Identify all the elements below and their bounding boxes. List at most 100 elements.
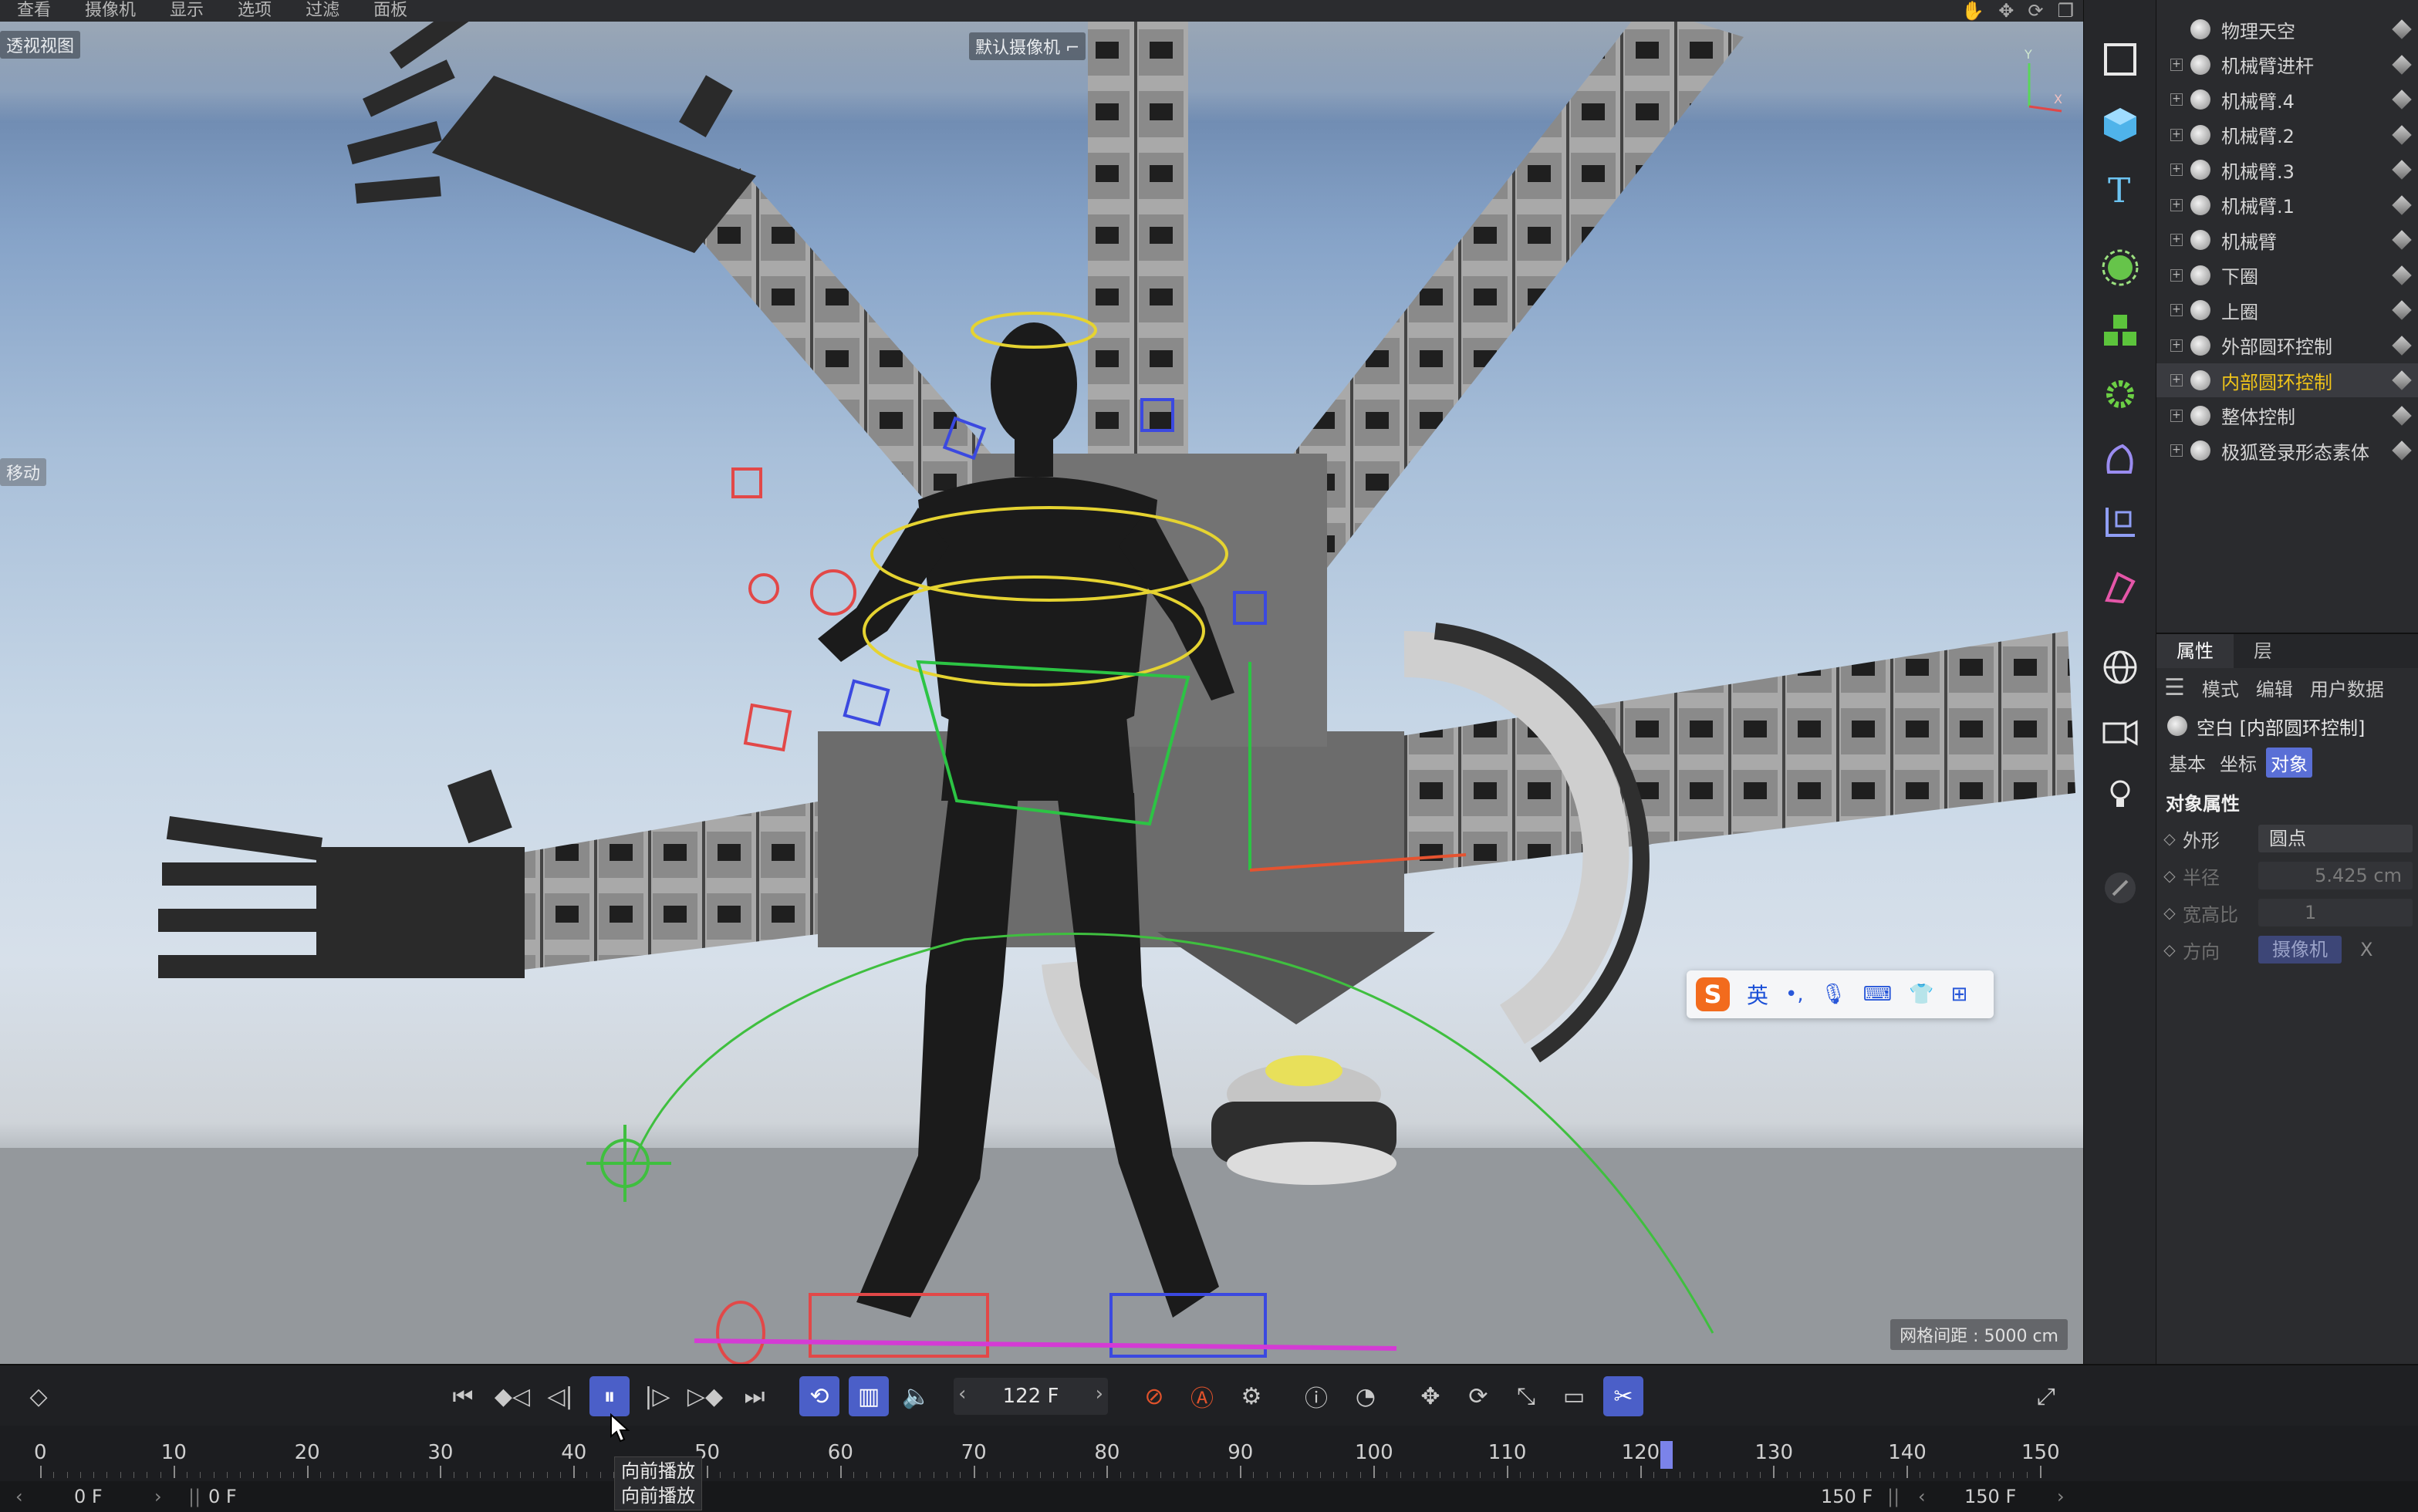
go-to-end-icon[interactable]: ⏭: [735, 1376, 775, 1416]
next-frame-icon[interactable]: |▷: [637, 1376, 677, 1416]
object-row[interactable]: + 机械臂进杆: [2156, 48, 2418, 82]
menu-edit[interactable]: 编辑: [2256, 674, 2293, 701]
radius-field[interactable]: 5.425 cm: [2258, 862, 2413, 889]
view-frame-icon[interactable]: [2096, 35, 2144, 83]
expand-toggle-icon[interactable]: +: [2170, 444, 2183, 457]
tab-layers[interactable]: 层: [2234, 634, 2292, 668]
globe-icon[interactable]: [2096, 643, 2144, 691]
preview-end-field[interactable]: 150 F: [1821, 1486, 1873, 1507]
aspect-field[interactable]: 1: [2258, 899, 2413, 926]
coordinate-icon[interactable]: [2096, 498, 2144, 546]
object-row[interactable]: + 上圈: [2156, 293, 2418, 327]
object-row[interactable]: + 机械臂.1: [2156, 188, 2418, 222]
object-name[interactable]: 机械臂.1: [2221, 191, 2295, 218]
layer-tag-icon[interactable]: [2392, 160, 2412, 180]
light-icon[interactable]: [2096, 770, 2144, 818]
menu-display[interactable]: 显示: [153, 0, 221, 22]
go-to-start-icon[interactable]: ⏮: [443, 1376, 483, 1416]
sogou-logo-icon[interactable]: S: [1696, 977, 1730, 1011]
speed-gauge-icon[interactable]: ◔: [1346, 1376, 1386, 1416]
frame-decrement-icon[interactable]: ‹: [958, 1382, 966, 1406]
object-name[interactable]: 机械臂: [2221, 227, 2277, 254]
object-name[interactable]: 整体控制: [2221, 402, 2295, 429]
object-row[interactable]: + 极狐登录形态素体: [2156, 434, 2418, 467]
layer-tag-icon[interactable]: [2392, 194, 2412, 215]
menu-view[interactable]: 查看: [0, 0, 68, 22]
expand-toggle-icon[interactable]: +: [2170, 374, 2183, 386]
timeline-expand-icon[interactable]: ⤢: [2026, 1376, 2066, 1416]
expand-toggle-icon[interactable]: +: [2170, 93, 2183, 106]
perspective-viewport[interactable]: 透视视图 默认摄像机 ⌐ 移动 Y X 网格间距 : 5000 cm S 英 •…: [0, 22, 2083, 1364]
ime-language-toggle[interactable]: 英: [1747, 979, 1768, 1010]
expand-toggle-icon[interactable]: +: [2170, 268, 2183, 282]
key-pla-icon[interactable]: ✂: [1603, 1376, 1643, 1416]
menu-filter[interactable]: 过滤: [289, 0, 356, 22]
pause-button-icon[interactable]: ⏸: [589, 1376, 630, 1416]
tab-attributes[interactable]: 属性: [2156, 634, 2234, 668]
range-left-arrow-icon[interactable]: ‹: [15, 1486, 23, 1507]
object-row[interactable]: + 机械臂: [2156, 223, 2418, 257]
expand-toggle-icon[interactable]: +: [2170, 58, 2183, 71]
grid-apps-icon[interactable]: ⊞: [1951, 983, 1968, 1006]
object-name[interactable]: 机械臂进杆: [2221, 51, 2314, 78]
object-name[interactable]: 物理天空: [2221, 16, 2295, 43]
autokey-timeline-icon[interactable]: ▥: [849, 1376, 889, 1416]
punctuation-icon[interactable]: •,: [1785, 983, 1804, 1006]
object-name[interactable]: 下圈: [2221, 262, 2258, 289]
next-key-icon[interactable]: ▷◆: [685, 1376, 725, 1416]
layer-tag-icon[interactable]: [2392, 265, 2412, 285]
spline-pen-icon[interactable]: [2096, 435, 2144, 483]
autokey-icon[interactable]: Ⓐ: [1182, 1376, 1222, 1416]
playhead[interactable]: [1660, 1441, 1673, 1469]
menu-burger-icon[interactable]: ☰: [2164, 674, 2185, 701]
expand-toggle-icon[interactable]: +: [2170, 198, 2183, 211]
current-frame-field[interactable]: ‹ 122 F ›: [954, 1378, 1108, 1415]
object-name[interactable]: 机械臂.2: [2221, 121, 2295, 148]
menu-panel[interactable]: 面板: [356, 0, 424, 22]
key-position-icon[interactable]: ✥: [1410, 1376, 1450, 1416]
keyframe-settings-gear-icon[interactable]: ⚙: [1231, 1376, 1271, 1416]
expand-toggle-icon[interactable]: +: [2170, 304, 2183, 316]
pan-hand-icon[interactable]: ✋: [1961, 0, 1984, 22]
object-row[interactable]: + 机械臂.2: [2156, 118, 2418, 152]
keyframe-diamond-icon[interactable]: ◇: [2156, 829, 2183, 848]
object-name[interactable]: 内部圆环控制: [2221, 367, 2332, 394]
expand-toggle-icon[interactable]: +: [2170, 339, 2183, 352]
range-right-arrow-icon[interactable]: ›: [2057, 1486, 2065, 1507]
shape-dropdown[interactable]: 圆点: [2258, 825, 2413, 852]
direction-camera-button[interactable]: 摄像机: [2258, 936, 2342, 964]
layer-tag-icon[interactable]: [2392, 124, 2412, 145]
object-name[interactable]: 机械臂.4: [2221, 86, 2295, 113]
direction-axis-x[interactable]: X: [2360, 939, 2372, 960]
skin-icon[interactable]: 👕: [1909, 983, 1933, 1006]
expand-toggle-icon[interactable]: +: [2170, 409, 2183, 422]
subtab-object[interactable]: 对象: [2266, 747, 2312, 778]
ime-toolbar[interactable]: S 英 •, 🎙 ⌨ 👕 ⊞: [1687, 970, 1994, 1018]
keyframe-diamond-icon[interactable]: ◇: [2156, 903, 2183, 922]
keyframe-diamond-icon[interactable]: ◇: [2156, 866, 2183, 885]
text-icon[interactable]: T: [2096, 165, 2144, 213]
paint-tag-icon[interactable]: [2096, 563, 2144, 611]
object-name[interactable]: 机械臂.3: [2221, 157, 2295, 184]
rotate-view-icon[interactable]: ⟳: [2028, 0, 2043, 22]
range-start-field[interactable]: 0 F: [74, 1486, 103, 1507]
key-scale-icon[interactable]: ⤡: [1506, 1376, 1546, 1416]
move-view-icon[interactable]: ✥: [1998, 0, 2014, 22]
layer-tag-icon[interactable]: [2392, 335, 2412, 356]
layer-tag-icon[interactable]: [2392, 440, 2412, 461]
range-end-left-arrow-icon[interactable]: ‹: [1918, 1486, 1926, 1507]
record-keyframe-icon[interactable]: ⊘: [1134, 1376, 1174, 1416]
layer-tag-icon[interactable]: [2392, 89, 2412, 110]
frame-increment-icon[interactable]: ›: [1096, 1382, 1103, 1406]
layer-tag-icon[interactable]: [2392, 300, 2412, 320]
expand-toggle-icon[interactable]: +: [2170, 234, 2183, 246]
object-name[interactable]: 极狐登录形态素体: [2221, 437, 2369, 464]
key-rotation-icon[interactable]: ⟳: [1458, 1376, 1498, 1416]
loop-icon[interactable]: ⟲: [799, 1376, 839, 1416]
subtab-basic[interactable]: 基本: [2164, 748, 2210, 778]
object-name[interactable]: 外部圆环控制: [2221, 332, 2332, 359]
keyboard-icon[interactable]: ⌨: [1863, 983, 1893, 1006]
subtab-coord[interactable]: 坐标: [2215, 748, 2261, 778]
object-row[interactable]: + 外部圆环控制: [2156, 329, 2418, 363]
cube-icon[interactable]: [2096, 100, 2144, 148]
